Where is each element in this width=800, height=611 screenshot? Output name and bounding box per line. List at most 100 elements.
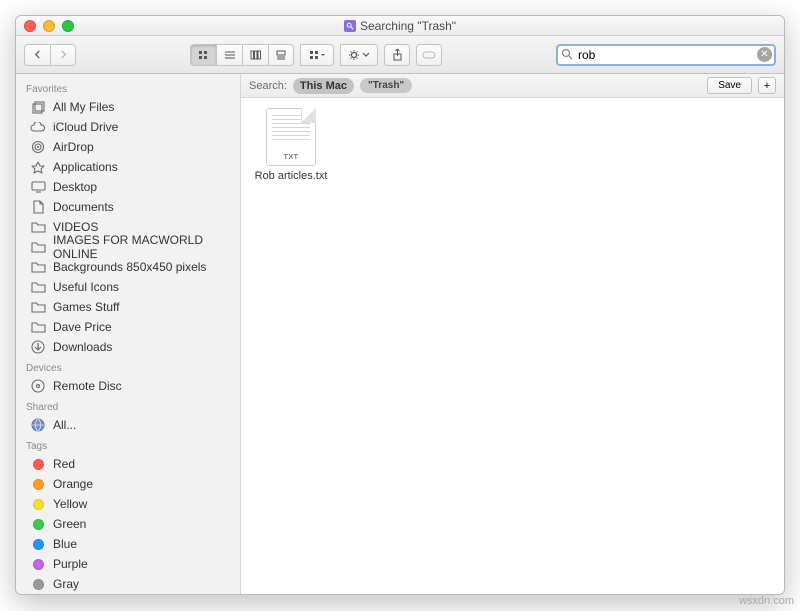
cloud-icon [30,120,46,134]
finder-window: Searching "Trash" [15,15,785,595]
watermark: wsxdn.com [739,595,794,607]
scope-trash[interactable]: "Trash" [360,78,412,93]
arrange-button[interactable] [300,44,334,66]
add-criteria-button[interactable]: + [758,77,776,94]
tag-icon [30,577,46,591]
sidebar-item[interactable]: Games Stuff [16,297,240,317]
list-view-button[interactable] [216,44,242,66]
sidebar-item[interactable]: Documents [16,197,240,217]
traffic-lights [24,20,74,32]
clear-search-icon[interactable]: ✕ [757,47,772,62]
main-area: Search: This Mac "Trash" Save + TXT Rob a… [241,74,784,594]
search-folder-icon [344,20,356,32]
sidebar-item[interactable]: Applications [16,157,240,177]
all-files-icon [30,100,46,114]
sidebar-item-label: Dave Price [53,320,112,334]
sidebar-item-label: Red [53,457,75,471]
apps-icon [30,160,46,174]
coverflow-view-button[interactable] [268,44,294,66]
tag-button[interactable] [416,44,442,66]
sidebar-item[interactable]: Green [16,514,240,534]
sidebar-item[interactable]: Desktop [16,177,240,197]
sidebar-item[interactable]: Backgrounds 850x450 pixels [16,257,240,277]
nav-buttons [24,44,76,66]
tag-icon [30,477,46,491]
folder-icon [30,300,46,314]
tag-icon [30,517,46,531]
toolbar: ✕ [16,36,784,74]
sidebar-item-label: AirDrop [53,140,94,154]
file-item[interactable]: TXT Rob articles.txt [251,108,331,182]
tag-icon [30,537,46,551]
zoom-button[interactable] [62,20,74,32]
folder-icon [30,220,46,234]
view-mode-group [190,44,294,66]
folder-icon [30,320,46,334]
tag-icon [30,497,46,511]
sidebar-item-label: Purple [53,557,88,571]
sidebar-item-label: Useful Icons [53,280,119,294]
tag-icon [30,557,46,571]
sidebar-item-label: VIDEOS [53,220,98,234]
sidebar-item[interactable]: iCloud Drive [16,117,240,137]
share-button[interactable] [384,44,410,66]
sidebar-item[interactable]: Dave Price [16,317,240,337]
sidebar-item-label: Remote Disc [53,379,122,393]
sidebar-item-label: Yellow [53,497,87,511]
sidebar-item[interactable]: IMAGES FOR MACWORLD ONLINE [16,237,240,257]
search-icon [561,48,573,60]
back-button[interactable] [24,44,50,66]
folder-icon [30,280,46,294]
globe-icon [30,418,46,432]
sidebar-item[interactable]: Remote Disc [16,376,240,396]
scope-bar: Search: This Mac "Trash" Save + [241,74,784,98]
sidebar-item-label: Downloads [53,340,112,354]
sidebar-item[interactable]: Gray [16,574,240,594]
txt-file-icon: TXT [266,108,316,166]
disc-icon [30,379,46,393]
sidebar-section-header: Shared [16,396,240,415]
folder-icon [30,240,46,254]
forward-button[interactable] [50,44,76,66]
sidebar-item[interactable]: All My Files [16,97,240,117]
results-area: TXT Rob articles.txt [241,98,784,594]
sidebar-item-label: All... [53,418,76,432]
sidebar-item-label: iCloud Drive [53,120,118,134]
sidebar-item[interactable]: Orange [16,474,240,494]
sidebar-item-label: Documents [53,200,114,214]
window-body: Favorites All My Files iCloud Drive AirDrop… [16,74,784,594]
action-button[interactable] [340,44,378,66]
titlebar: Searching "Trash" [16,16,784,36]
save-search-button[interactable]: Save [707,77,752,94]
sidebar-item[interactable]: Useful Icons [16,277,240,297]
search-field-wrap: ✕ [556,44,776,66]
sidebar-item[interactable]: Blue [16,534,240,554]
file-label: Rob articles.txt [255,170,328,182]
downloads-icon [30,340,46,354]
sidebar-item[interactable]: Downloads [16,337,240,357]
scope-label: Search: [249,80,287,92]
sidebar-item-label: IMAGES FOR MACWORLD ONLINE [53,233,230,261]
sidebar-item-label: Desktop [53,180,97,194]
minimize-button[interactable] [43,20,55,32]
sidebar-item[interactable]: Purple [16,554,240,574]
scope-this-mac[interactable]: This Mac [293,78,354,94]
sidebar-section-header: Tags [16,435,240,454]
window-title: Searching "Trash" [344,19,456,33]
sidebar-item[interactable]: AirDrop [16,137,240,157]
sidebar-item[interactable]: All... [16,415,240,435]
file-ext: TXT [272,154,310,161]
arrange-group [300,44,334,66]
window-title-text: Searching "Trash" [360,19,456,33]
sidebar-section-header: Favorites [16,78,240,97]
sidebar-item-label: Backgrounds 850x450 pixels [53,260,206,274]
sidebar-item[interactable]: Red [16,454,240,474]
sidebar-item[interactable]: Yellow [16,494,240,514]
folder-icon [30,260,46,274]
search-input[interactable] [556,44,776,66]
sidebar: Favorites All My Files iCloud Drive AirDrop… [16,74,241,594]
column-view-button[interactable] [242,44,268,66]
close-button[interactable] [24,20,36,32]
sidebar-item-label: All My Files [53,100,114,114]
icon-view-button[interactable] [190,44,216,66]
